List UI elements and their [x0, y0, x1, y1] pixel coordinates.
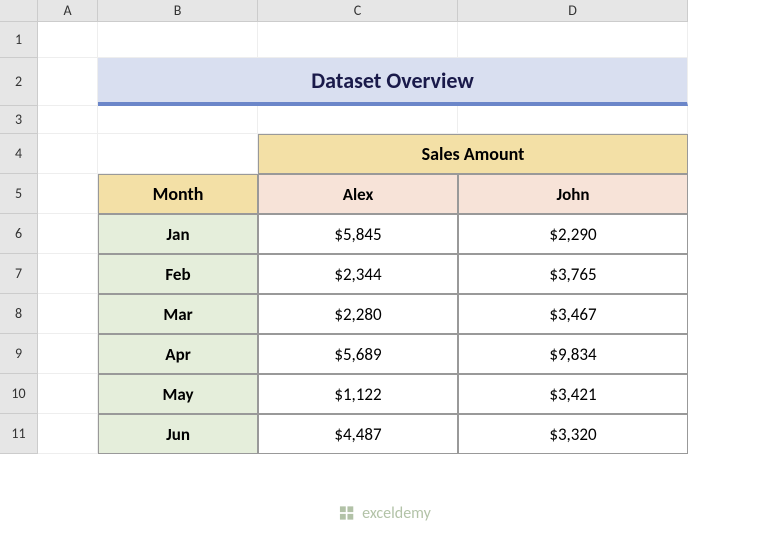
john-may[interactable]: $3,421 [458, 374, 688, 414]
column-headers: A B C D [38, 0, 688, 22]
cell-a4[interactable] [38, 134, 98, 174]
row-header-6[interactable]: 6 [0, 214, 38, 254]
cell-a6[interactable] [38, 214, 98, 254]
month-apr[interactable]: Apr [98, 334, 258, 374]
cell-a2[interactable] [38, 58, 98, 106]
row-header-3[interactable]: 3 [0, 106, 38, 134]
cell-a8[interactable] [38, 294, 98, 334]
title-cell[interactable]: Dataset Overview [98, 58, 688, 106]
watermark-text: exceldemy [362, 504, 431, 523]
alex-jun[interactable]: $4,487 [258, 414, 458, 454]
alex-feb[interactable]: $2,344 [258, 254, 458, 294]
john-apr[interactable]: $9,834 [458, 334, 688, 374]
john-header[interactable]: John [458, 174, 688, 214]
month-header[interactable]: Month [98, 174, 258, 214]
col-header-c[interactable]: C [258, 0, 458, 22]
row-header-7[interactable]: 7 [0, 254, 38, 294]
cell-b1[interactable] [98, 22, 258, 58]
month-may[interactable]: May [98, 374, 258, 414]
alex-apr[interactable]: $5,689 [258, 334, 458, 374]
cell-a7[interactable] [38, 254, 98, 294]
cell-a1[interactable] [38, 22, 98, 58]
watermark: exceldemy [336, 503, 431, 523]
row-header-10[interactable]: 10 [0, 374, 38, 414]
cell-c3[interactable] [258, 106, 458, 134]
col-header-b[interactable]: B [98, 0, 258, 22]
cell-a3[interactable] [38, 106, 98, 134]
cell-a11[interactable] [38, 414, 98, 454]
col-header-a[interactable]: A [38, 0, 98, 22]
cell-c1[interactable] [258, 22, 458, 58]
row-header-4[interactable]: 4 [0, 134, 38, 174]
cell-d3[interactable] [458, 106, 688, 134]
row-header-2[interactable]: 2 [0, 58, 38, 106]
cell-a5[interactable] [38, 174, 98, 214]
john-feb[interactable]: $3,765 [458, 254, 688, 294]
logo-icon [336, 503, 356, 523]
cell-a9[interactable] [38, 334, 98, 374]
row-header-9[interactable]: 9 [0, 334, 38, 374]
cell-d1[interactable] [458, 22, 688, 58]
john-jun[interactable]: $3,320 [458, 414, 688, 454]
alex-may[interactable]: $1,122 [258, 374, 458, 414]
row-header-5[interactable]: 5 [0, 174, 38, 214]
corner-cell[interactable] [0, 0, 38, 22]
row-header-11[interactable]: 11 [0, 414, 38, 454]
alex-header[interactable]: Alex [258, 174, 458, 214]
month-jun[interactable]: Jun [98, 414, 258, 454]
alex-jan[interactable]: $5,845 [258, 214, 458, 254]
cell-b3[interactable] [98, 106, 258, 134]
alex-mar[interactable]: $2,280 [258, 294, 458, 334]
col-header-d[interactable]: D [458, 0, 688, 22]
sales-amount-header[interactable]: Sales Amount [258, 134, 688, 174]
row-header-1[interactable]: 1 [0, 22, 38, 58]
month-jan[interactable]: Jan [98, 214, 258, 254]
spreadsheet-view: A B C D 1 2 3 4 5 6 7 8 9 10 11 Dataset … [0, 0, 767, 553]
month-feb[interactable]: Feb [98, 254, 258, 294]
cell-b4[interactable] [98, 134, 258, 174]
row-headers: 1 2 3 4 5 6 7 8 9 10 11 [0, 22, 38, 454]
john-mar[interactable]: $3,467 [458, 294, 688, 334]
john-jan[interactable]: $2,290 [458, 214, 688, 254]
cell-a10[interactable] [38, 374, 98, 414]
cell-grid: Dataset Overview Sales Amount Month Alex… [38, 22, 688, 454]
month-mar[interactable]: Mar [98, 294, 258, 334]
row-header-8[interactable]: 8 [0, 294, 38, 334]
